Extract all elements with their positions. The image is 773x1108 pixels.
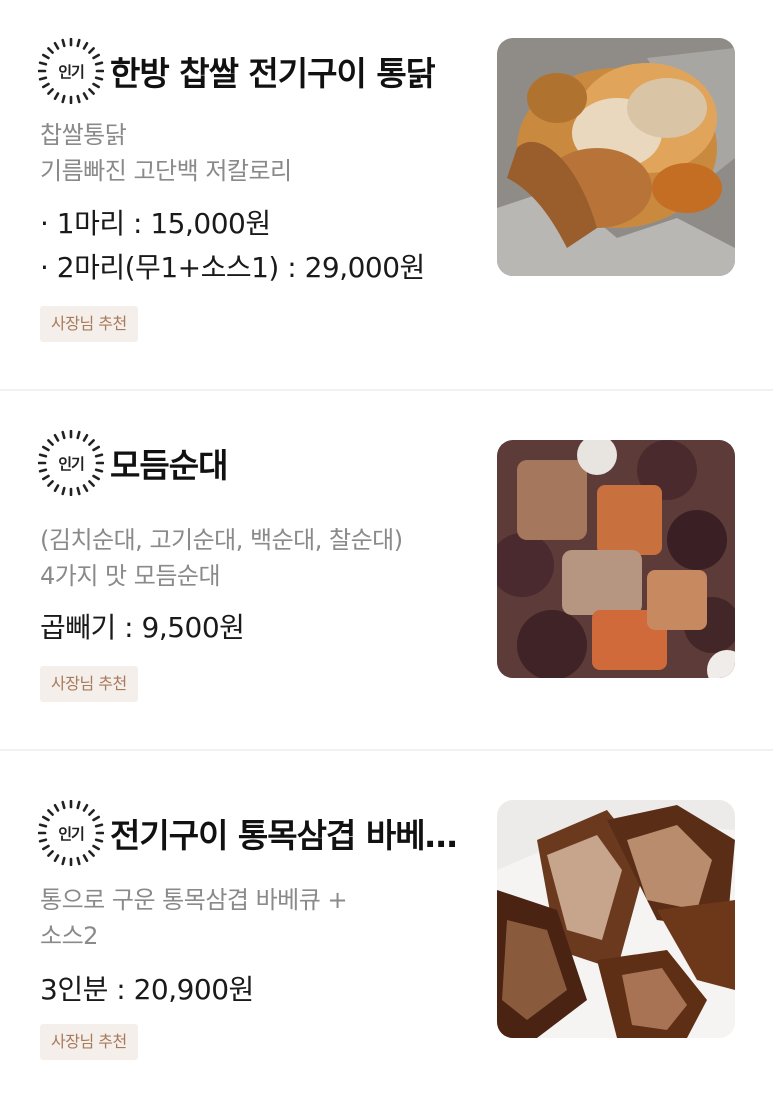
description-line: 소스2 [40, 922, 98, 950]
price-option: · 1마리 : 15,000원 [40, 207, 271, 240]
pork-barbecue-photo[interactable] [497, 800, 735, 1038]
menu-description: (김치순대, 고기순대, 백순대, 찰순대) 4가지 맛 모듬순대 [40, 522, 470, 594]
title-row: 인기 모듬순대 [38, 430, 227, 496]
owner-recommend-tag: 사장님 추천 [40, 666, 138, 702]
popular-badge-label: 인기 [58, 62, 85, 81]
section-divider [0, 389, 773, 391]
popular-badge: 인기 [38, 800, 104, 866]
assorted-sundae-photo[interactable] [497, 440, 735, 678]
description-line: 찹쌀통닭 [40, 121, 127, 149]
popular-badge-label: 인기 [58, 454, 85, 473]
menu-title: 한방 찹쌀 전기구이 통닭 [110, 54, 436, 93]
menu-title: 모듬순대 [110, 446, 228, 485]
title-row: 인기 한방 찹쌀 전기구이 통닭 [38, 38, 435, 104]
owner-recommend-tag: 사장님 추천 [40, 1024, 138, 1060]
menu-description: 통으로 구운 통목삼겹 바베큐 + 소스2 [40, 882, 470, 954]
menu-item-roast-chicken[interactable]: 인기 한방 찹쌀 전기구이 통닭 찹쌀통닭 기름빠진 고단백 저칼로리 · 1마… [0, 0, 773, 390]
description-line: 통으로 구운 통목삼겹 바베큐 + [40, 886, 348, 914]
description-line: 4가지 맛 모듬순대 [40, 562, 221, 590]
owner-recommend-tag: 사장님 추천 [40, 306, 138, 342]
price-option: 3인분 : 20,900원 [40, 973, 254, 1006]
menu-title: 전기구이 통목삼겹 바베… [110, 816, 457, 855]
price-option: 곱빼기 : 9,500원 [40, 611, 245, 644]
description-line: (김치순대, 고기순대, 백순대, 찰순대) [40, 526, 403, 554]
menu-description: 찹쌀통닭 기름빠진 고단백 저칼로리 [40, 117, 470, 189]
menu-item-pork-barbecue[interactable]: 인기 전기구이 통목삼겹 바베… 통으로 구운 통목삼겹 바베큐 + 소스2 3… [0, 752, 773, 1108]
title-row: 인기 전기구이 통목삼겹 바베… [38, 800, 457, 866]
price-option: · 2마리(무1+소스1) : 29,000원 [40, 251, 425, 284]
menu-item-assorted-sundae[interactable]: 인기 모듬순대 (김치순대, 고기순대, 백순대, 찰순대) 4가지 맛 모듬순… [0, 392, 773, 750]
section-divider [0, 749, 773, 751]
popular-badge-label: 인기 [58, 824, 85, 843]
popular-badge: 인기 [38, 38, 104, 104]
roast-chicken-photo[interactable] [497, 38, 735, 276]
description-line: 기름빠진 고단백 저칼로리 [40, 157, 292, 185]
popular-badge: 인기 [38, 430, 104, 496]
